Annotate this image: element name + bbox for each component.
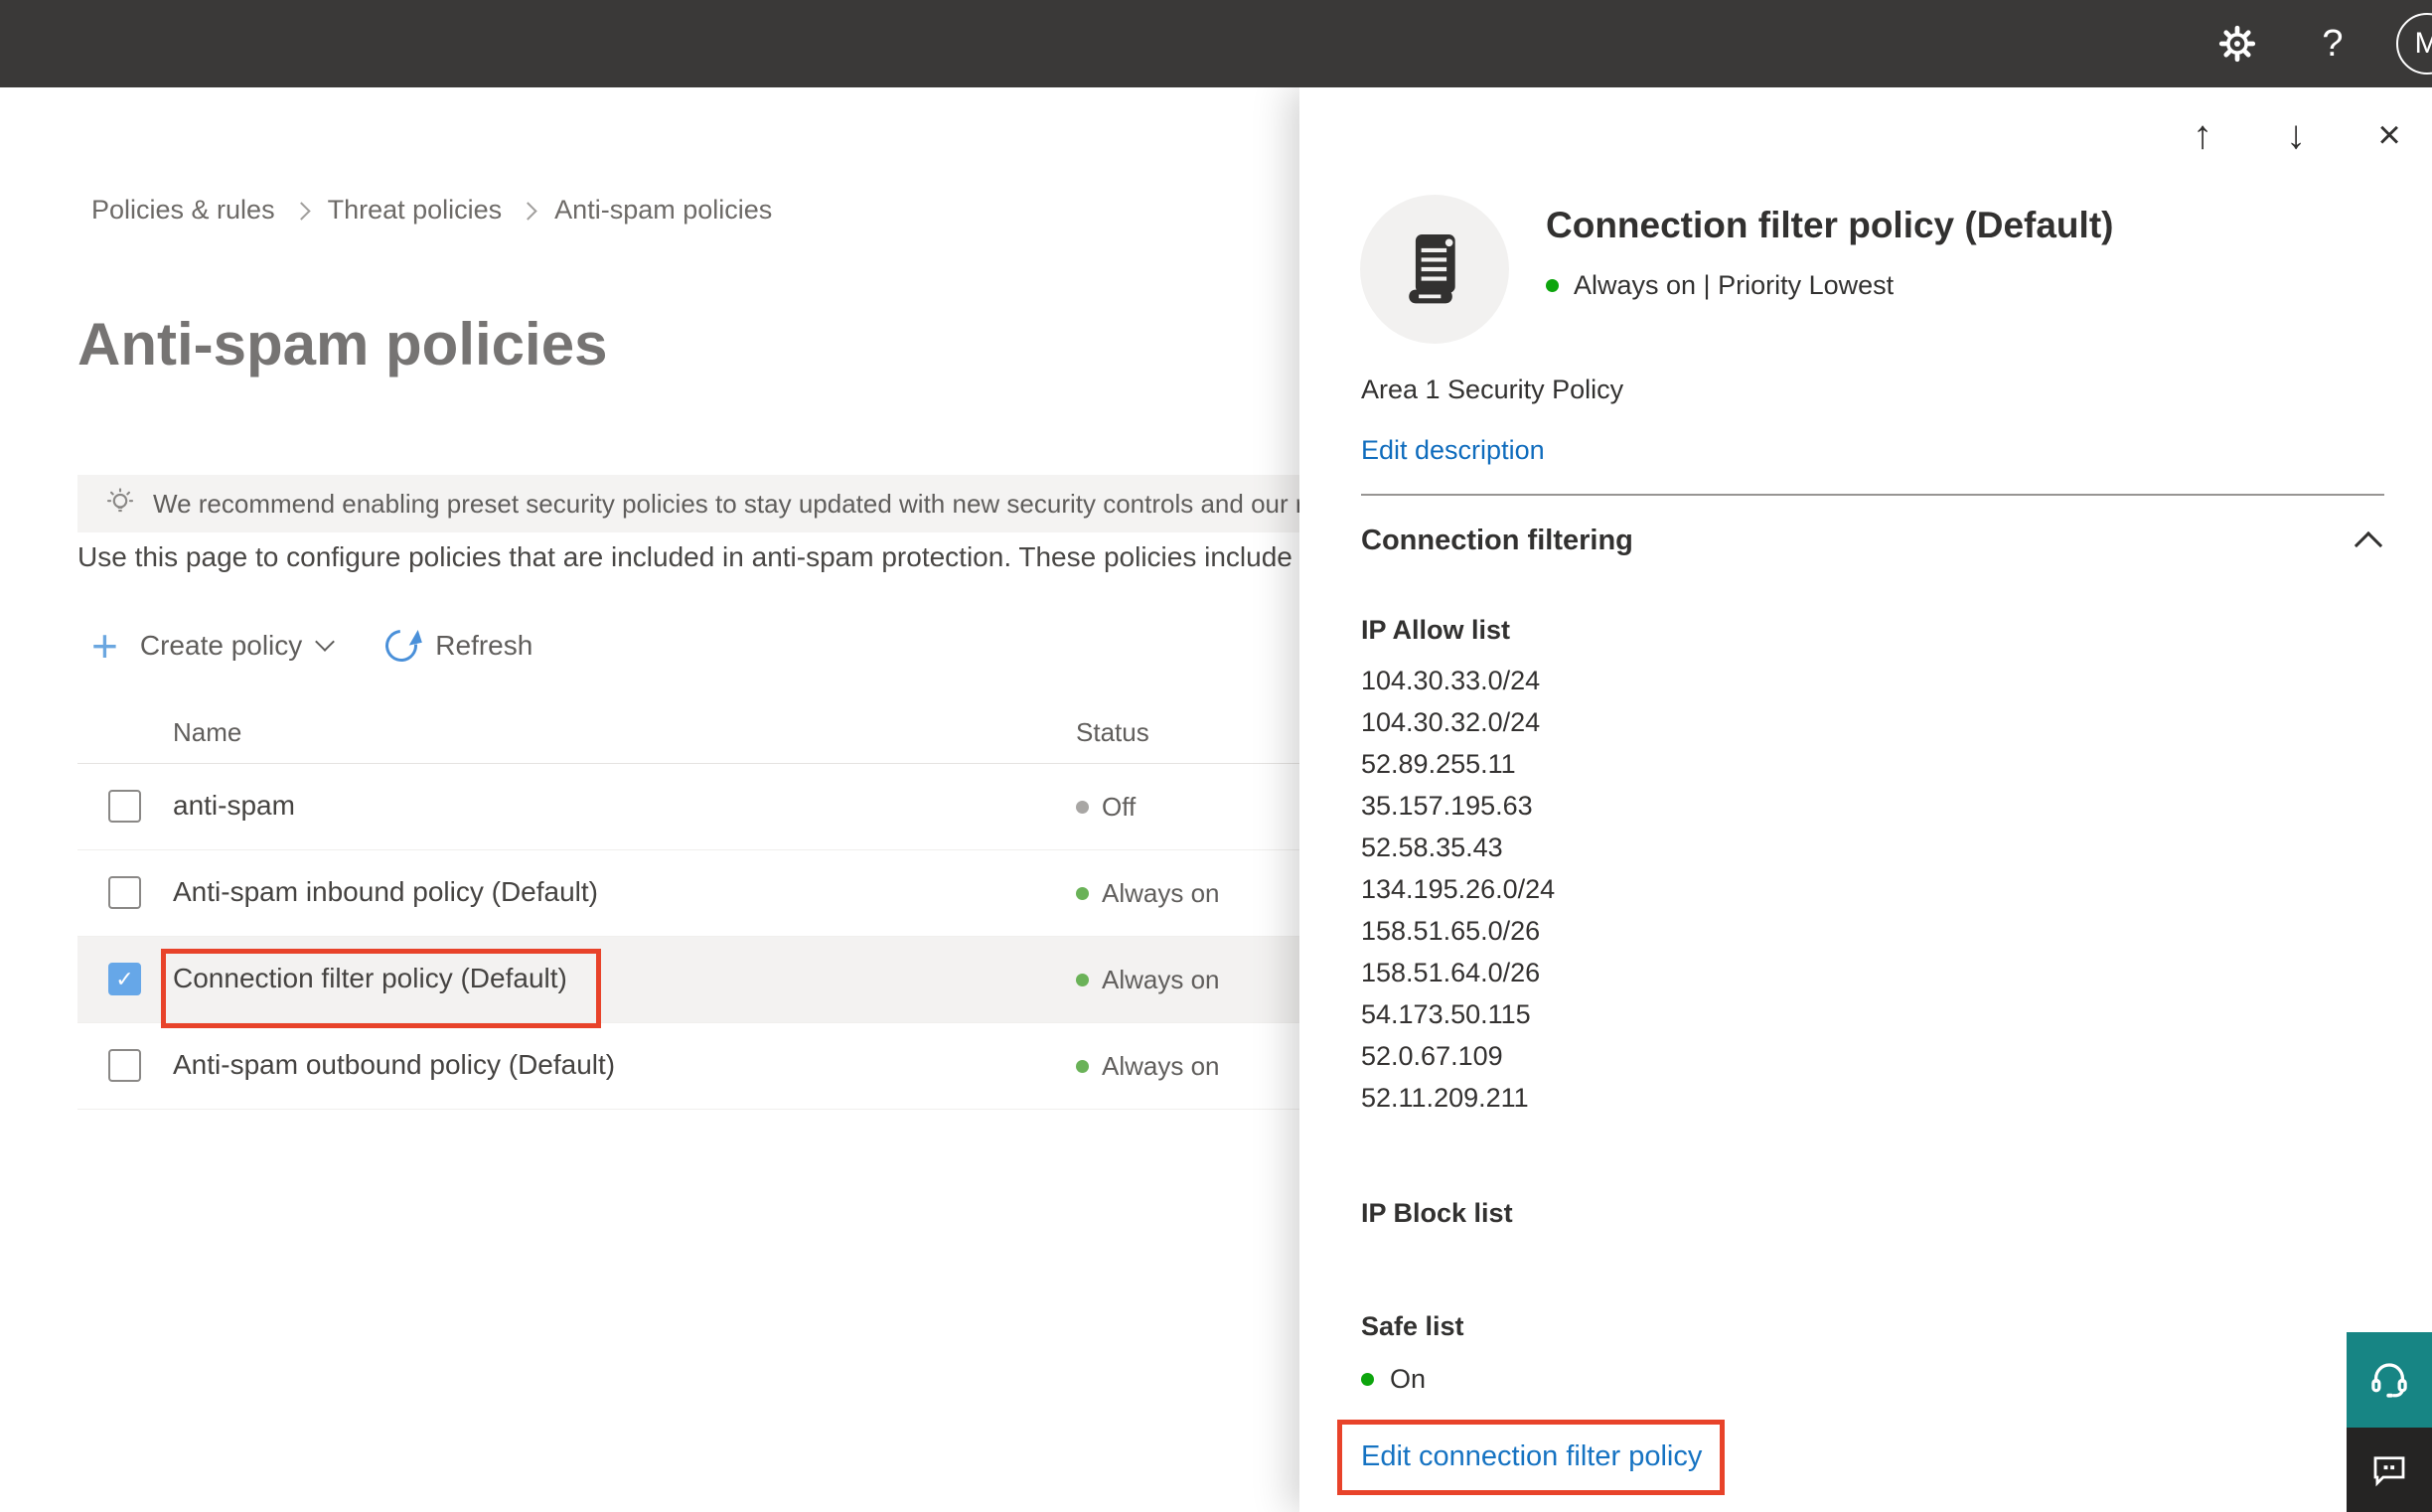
flyout-status: Always on | Priority Lowest — [1546, 270, 1894, 301]
policy-status: Always on — [1076, 965, 1220, 995]
section-divider — [1361, 494, 2384, 496]
next-item-arrow-down-icon[interactable]: ↓ — [2271, 113, 2321, 158]
status-dot-icon — [1076, 801, 1089, 814]
status-label: Always on — [1102, 1051, 1220, 1081]
status-dot-icon — [1076, 974, 1089, 986]
corner-buttons — [2347, 1332, 2432, 1512]
settings-gear-icon[interactable] — [2213, 20, 2261, 68]
support-headset-button[interactable] — [2347, 1332, 2432, 1428]
banner-text: We recommend enabling preset security po… — [153, 488, 1299, 519]
ip-allow-list: 104.30.33.0/24 104.30.32.0/24 52.89.255.… — [1361, 660, 1555, 1119]
column-header-name[interactable]: Name — [173, 717, 241, 748]
status-dot-icon — [1361, 1373, 1374, 1386]
avatar-initial: M — [2414, 27, 2432, 60]
chevron-down-icon[interactable] — [315, 632, 336, 652]
flyout-status-label: Always on | Priority Lowest — [1574, 270, 1895, 300]
top-app-bar: ? M — [0, 0, 2432, 87]
table-row[interactable]: Anti-spam outbound policy (Default) Alwa… — [77, 1023, 1299, 1110]
ip-allow-item: 35.157.195.63 — [1361, 791, 1533, 821]
refresh-icon — [379, 623, 424, 669]
breadcrumb-policies-rules[interactable]: Policies & rules — [91, 195, 275, 226]
breadcrumb-threat-policies[interactable]: Threat policies — [328, 195, 503, 226]
plus-icon: + — [91, 620, 118, 672]
ip-allow-item: 158.51.65.0/26 — [1361, 916, 1541, 946]
breadcrumb: Policies & rules Threat policies Anti-sp… — [91, 195, 772, 226]
policy-status: Off — [1076, 792, 1136, 823]
ip-allow-item: 52.11.209.211 — [1361, 1083, 1529, 1113]
ip-allow-item: 52.58.35.43 — [1361, 832, 1503, 862]
row-checkbox-checked[interactable] — [108, 963, 141, 995]
policy-details-flyout: ↑ ↓ × Connection filter policy (Default)… — [1299, 87, 2432, 1512]
status-dot-icon — [1076, 887, 1089, 900]
page-description: Use this page to configure policies that… — [77, 541, 1292, 572]
table-header: Name Status — [77, 695, 1299, 764]
create-policy-button[interactable]: Create policy — [140, 630, 302, 662]
row-checkbox[interactable] — [108, 790, 141, 823]
recommendation-banner: We recommend enabling preset security po… — [77, 475, 1299, 532]
ip-allow-item: 52.0.67.109 — [1361, 1041, 1503, 1071]
status-label: Off — [1102, 792, 1137, 822]
table-row[interactable]: anti-spam Off — [77, 764, 1299, 850]
ip-block-list-label: IP Block list — [1361, 1198, 1513, 1228]
ip-allow-item: 52.89.255.11 — [1361, 749, 1516, 779]
flyout-title: Connection filter policy (Default) — [1546, 205, 2114, 245]
policy-name: Connection filter policy (Default) — [173, 963, 567, 993]
row-checkbox[interactable] — [108, 1049, 141, 1082]
column-header-status[interactable]: Status — [1076, 717, 1149, 748]
ip-allow-item: 54.173.50.115 — [1361, 999, 1531, 1029]
chevron-right-icon — [291, 202, 311, 221]
headset-icon — [2366, 1357, 2412, 1403]
safe-list-label: Safe list — [1361, 1311, 1464, 1341]
policy-scroll-icon — [1360, 195, 1509, 344]
breadcrumb-anti-spam-policies[interactable]: Anti-spam policies — [554, 195, 772, 226]
ip-allow-item: 104.30.33.0/24 — [1361, 666, 1541, 695]
status-label: Always on — [1102, 878, 1220, 908]
flyout-nav: ↑ ↓ × — [2178, 113, 2414, 158]
toolbar: + Create policy Refresh — [91, 616, 548, 676]
edit-connection-filter-policy-link[interactable]: Edit connection filter policy — [1361, 1440, 1702, 1473]
edit-description-link[interactable]: Edit description — [1361, 435, 1545, 466]
status-label: Always on — [1102, 965, 1220, 994]
page-title: Anti-spam policies — [77, 311, 608, 378]
connection-filtering-section-header[interactable]: Connection filtering — [1361, 525, 2384, 560]
policy-name: anti-spam — [173, 790, 295, 821]
lightbulb-icon — [103, 487, 137, 521]
ip-allow-item: 104.30.32.0/24 — [1361, 707, 1541, 737]
feedback-chat-icon — [2368, 1449, 2410, 1491]
previous-item-arrow-up-icon[interactable]: ↑ — [2178, 113, 2227, 158]
status-dot-icon — [1546, 279, 1559, 292]
safe-list-status-label: On — [1390, 1364, 1427, 1394]
policy-status: Always on — [1076, 878, 1220, 909]
table-row[interactable]: Anti-spam inbound policy (Default) Alway… — [77, 850, 1299, 937]
chevron-up-icon[interactable] — [2354, 530, 2383, 560]
safe-list-status: On — [1361, 1364, 1426, 1395]
policies-table: Name Status anti-spam Off Anti-spam inbo… — [77, 695, 1299, 1110]
policy-name: Anti-spam outbound policy (Default) — [173, 1049, 616, 1080]
ip-allow-list-label: IP Allow list — [1361, 615, 1511, 645]
policy-status: Always on — [1076, 1051, 1220, 1082]
status-dot-icon — [1076, 1060, 1089, 1073]
chevron-right-icon — [519, 202, 537, 221]
ip-allow-item: 134.195.26.0/24 — [1361, 874, 1556, 904]
row-checkbox[interactable] — [108, 876, 141, 909]
close-icon[interactable]: × — [2364, 113, 2414, 158]
ip-allow-item: 158.51.64.0/26 — [1361, 958, 1541, 987]
section-title: Connection filtering — [1361, 525, 1633, 556]
feedback-chat-button[interactable] — [2347, 1428, 2432, 1512]
policy-name: Anti-spam inbound policy (Default) — [173, 876, 598, 907]
policy-description: Area 1 Security Policy — [1361, 375, 1624, 404]
table-row-selected[interactable]: Connection filter policy (Default) Alway… — [77, 937, 1299, 1023]
account-avatar[interactable]: M — [2396, 13, 2432, 75]
refresh-button[interactable]: Refresh — [435, 630, 532, 662]
help-icon[interactable]: ? — [2309, 20, 2356, 68]
